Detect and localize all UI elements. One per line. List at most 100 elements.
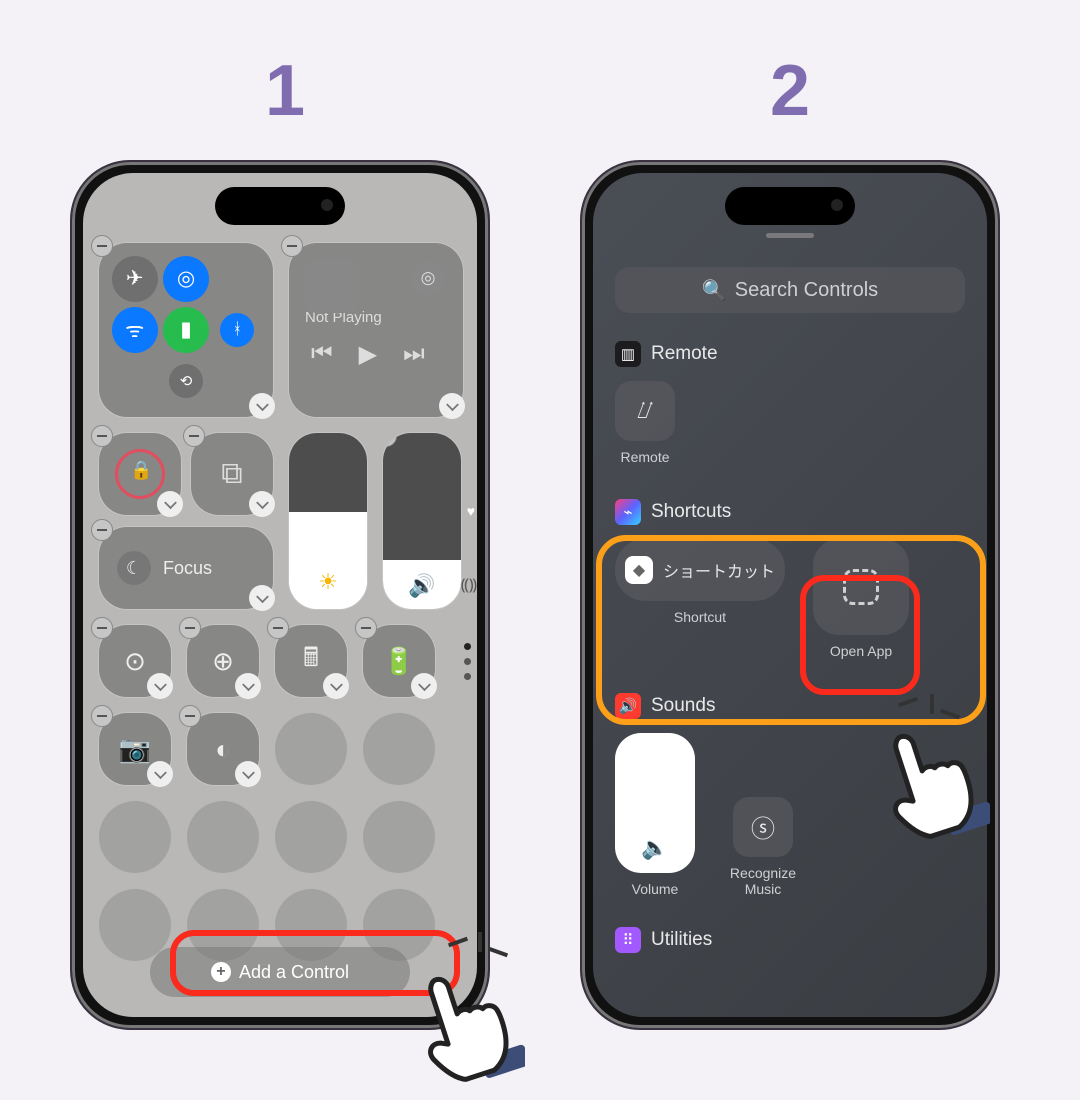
remove-icon[interactable] bbox=[179, 617, 201, 639]
control-volume[interactable]: Volume bbox=[615, 733, 695, 897]
control-recognize-music[interactable]: ⓢ Recognize Music bbox=[723, 797, 803, 897]
remove-icon[interactable] bbox=[91, 235, 113, 257]
phone-left: ✈ ◎ ᯤ ▮ ᚼ ⟲ ◎ Not Playing bbox=[70, 160, 490, 1030]
resize-handle-icon[interactable] bbox=[147, 673, 173, 699]
orientation-lock-tile[interactable] bbox=[99, 433, 181, 515]
add-control-button[interactable]: + Add a Control bbox=[150, 947, 410, 997]
empty-slot[interactable] bbox=[275, 713, 347, 785]
section-shortcuts: ⌁ Shortcuts bbox=[615, 499, 965, 525]
resize-handle-icon[interactable] bbox=[323, 673, 349, 699]
shazam-tile: ⓢ bbox=[733, 797, 793, 857]
phone-right: 🔍 Search Controls ▥ Remote ⌰ Remote ⌁ Sh… bbox=[580, 160, 1000, 1030]
connectivity-tile[interactable]: ✈ ◎ ᯤ ▮ ᚼ ⟲ bbox=[99, 243, 273, 417]
resize-handle-icon[interactable] bbox=[439, 393, 465, 419]
empty-slot[interactable] bbox=[187, 801, 259, 873]
airdrop-icon[interactable]: ◎ bbox=[163, 256, 209, 302]
magnifier-icon: ⊕ bbox=[212, 646, 234, 677]
remove-icon[interactable] bbox=[355, 617, 377, 639]
remove-icon[interactable] bbox=[91, 425, 113, 447]
brightness-icon: ☀ bbox=[318, 569, 338, 595]
media-tile[interactable]: ◎ Not Playing ⏮ ▶ ⏭ bbox=[289, 243, 463, 417]
control-shortcut[interactable]: ◆ ショートカット Shortcut bbox=[615, 539, 785, 659]
empty-slot[interactable] bbox=[275, 801, 347, 873]
resize-handle-icon[interactable] bbox=[235, 673, 261, 699]
resize-handle-icon[interactable] bbox=[411, 673, 437, 699]
plus-icon: + bbox=[211, 962, 231, 982]
add-control-label: Add a Control bbox=[239, 962, 349, 983]
page-dot[interactable] bbox=[464, 658, 471, 665]
battery-icon: 🔋 bbox=[383, 646, 415, 677]
control-recognize-label: Recognize Music bbox=[723, 865, 803, 897]
dark-mode-tile[interactable]: ◐ bbox=[187, 713, 259, 785]
record-icon: ⊙ bbox=[124, 646, 146, 677]
rewind-icon[interactable]: ⏮ bbox=[311, 340, 333, 369]
step-number-2: 2 bbox=[760, 50, 820, 132]
screen-mirroring-icon: ⧉ bbox=[221, 457, 242, 491]
wifi-icon[interactable]: ᯤ bbox=[112, 307, 158, 353]
resize-handle-icon[interactable] bbox=[157, 491, 183, 517]
screen-mirroring-tile[interactable]: ⧉ bbox=[191, 433, 273, 515]
bluetooth-icon[interactable]: ᚼ bbox=[220, 313, 254, 347]
airplay-icon[interactable]: ◎ bbox=[411, 261, 445, 295]
section-utilities-title: Utilities bbox=[651, 929, 712, 951]
control-open-app[interactable]: Open App bbox=[813, 539, 909, 659]
empty-slot[interactable] bbox=[99, 801, 171, 873]
section-remote: ▥ Remote bbox=[615, 341, 965, 367]
remove-icon[interactable] bbox=[183, 425, 205, 447]
utilities-app-icon: ⠿ bbox=[615, 927, 641, 953]
page-dot[interactable] bbox=[464, 643, 471, 650]
remove-icon[interactable] bbox=[179, 705, 201, 727]
low-power-tile[interactable]: 🔋 bbox=[363, 625, 435, 697]
search-placeholder: Search Controls bbox=[735, 279, 878, 302]
magnifier-tile[interactable]: ⊕ bbox=[187, 625, 259, 697]
remove-icon[interactable] bbox=[91, 705, 113, 727]
remote-icon: ⌰ bbox=[637, 397, 653, 425]
remove-icon[interactable] bbox=[267, 617, 289, 639]
focus-label: Focus bbox=[163, 558, 212, 579]
artwork-placeholder bbox=[305, 259, 359, 313]
hotspot-icon[interactable]: ⟲ bbox=[169, 364, 203, 398]
remove-icon[interactable] bbox=[383, 433, 397, 447]
resize-handle-icon[interactable] bbox=[147, 761, 173, 787]
calculator-tile[interactable]: 🖩 bbox=[275, 625, 347, 697]
airplane-icon[interactable]: ✈ bbox=[112, 256, 158, 302]
sounds-app-icon: 🔊 bbox=[615, 693, 641, 719]
orientation-lock-icon bbox=[115, 449, 165, 499]
remote-app-icon: ▥ bbox=[615, 341, 641, 367]
remove-icon[interactable] bbox=[91, 617, 113, 639]
section-utilities: ⠿ Utilities bbox=[615, 927, 965, 953]
volume-slider[interactable]: 🔊 bbox=[383, 433, 461, 609]
empty-slot[interactable] bbox=[363, 801, 435, 873]
control-shortcut-label: Shortcut bbox=[674, 609, 726, 625]
cellular-icon[interactable]: ▮ bbox=[163, 307, 209, 353]
camera-tile[interactable]: 📷 bbox=[99, 713, 171, 785]
resize-handle-icon[interactable] bbox=[249, 585, 275, 611]
open-app-tile bbox=[813, 539, 909, 635]
section-sounds-title: Sounds bbox=[651, 695, 715, 717]
resize-handle-icon[interactable] bbox=[235, 761, 261, 787]
section-remote-title: Remote bbox=[651, 343, 718, 365]
control-remote[interactable]: ⌰ Remote bbox=[615, 381, 675, 465]
resize-handle-icon[interactable] bbox=[249, 491, 275, 517]
page-dot-add[interactable] bbox=[464, 673, 471, 680]
step-number-1: 1 bbox=[255, 50, 315, 132]
search-controls-field[interactable]: 🔍 Search Controls bbox=[615, 267, 965, 313]
resize-handle-icon[interactable] bbox=[249, 393, 275, 419]
focus-tile[interactable]: ☾ Focus bbox=[99, 527, 273, 609]
remove-icon[interactable] bbox=[281, 235, 303, 257]
forward-icon[interactable]: ⏭ bbox=[403, 340, 425, 369]
sheet-grabber[interactable] bbox=[766, 233, 814, 238]
brightness-slider[interactable]: ☀ bbox=[289, 433, 367, 609]
screen-record-tile[interactable]: ⊙ bbox=[99, 625, 171, 697]
play-icon[interactable]: ▶ bbox=[359, 340, 377, 369]
shortcut-tile: ◆ ショートカット bbox=[615, 539, 785, 601]
empty-slot[interactable] bbox=[363, 713, 435, 785]
section-shortcuts-title: Shortcuts bbox=[651, 501, 731, 523]
calculator-icon: 🖩 bbox=[303, 639, 319, 683]
stack-icon: ◆ bbox=[625, 556, 653, 584]
remove-icon[interactable] bbox=[91, 519, 113, 541]
shortcuts-app-icon: ⌁ bbox=[615, 499, 641, 525]
search-icon: 🔍 bbox=[702, 278, 727, 303]
moon-icon: ☾ bbox=[117, 551, 151, 585]
connectivity-page-icon: ⸨⸩ bbox=[461, 573, 477, 595]
